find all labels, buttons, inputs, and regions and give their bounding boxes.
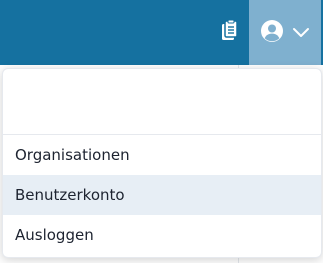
menu-item-ausloggen[interactable]: Ausloggen <box>3 215 321 255</box>
user-menu-button[interactable] <box>249 0 321 65</box>
menu-item-label: Benutzerkonto <box>15 186 125 204</box>
chevron-down-icon <box>292 23 310 42</box>
menu-item-label: Organisationen <box>15 146 130 164</box>
dropdown-header <box>3 69 321 135</box>
user-dropdown-menu: Organisationen Benutzerkonto Ausloggen <box>2 68 322 258</box>
menu-item-label: Ausloggen <box>15 226 94 244</box>
clipboard-button[interactable] <box>214 0 246 65</box>
user-circle-icon <box>260 19 284 47</box>
clipboard-icon <box>220 19 240 46</box>
menu-item-organisationen[interactable]: Organisationen <box>3 135 321 175</box>
menu-item-benutzerkonto[interactable]: Benutzerkonto <box>3 175 321 215</box>
top-navigation-bar <box>0 0 323 65</box>
